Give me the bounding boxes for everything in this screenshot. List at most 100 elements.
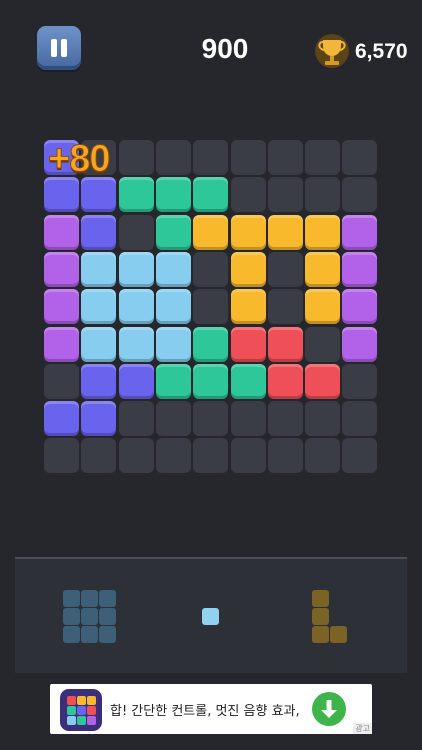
board-cell-empty[interactable] bbox=[119, 438, 154, 473]
board-cell-empty[interactable] bbox=[44, 438, 79, 473]
board-cell-filled[interactable] bbox=[231, 364, 266, 399]
board-cell-empty[interactable] bbox=[193, 252, 228, 287]
board-cell-filled[interactable] bbox=[119, 289, 154, 324]
piece-block bbox=[81, 608, 98, 625]
board-cell-filled[interactable] bbox=[156, 177, 191, 212]
board-cell-filled[interactable] bbox=[119, 364, 154, 399]
board-cell-empty[interactable] bbox=[156, 438, 191, 473]
board-cell-empty[interactable] bbox=[305, 177, 340, 212]
board-cell-empty[interactable] bbox=[342, 438, 377, 473]
piece-block bbox=[202, 608, 219, 625]
board-cell-empty[interactable] bbox=[193, 140, 228, 175]
board-cell-filled[interactable] bbox=[81, 364, 116, 399]
board-cell-filled[interactable] bbox=[342, 215, 377, 250]
board-cell-empty[interactable] bbox=[81, 438, 116, 473]
piece-block bbox=[99, 608, 116, 625]
board-cell-filled[interactable] bbox=[231, 252, 266, 287]
download-button[interactable] bbox=[312, 692, 346, 726]
board-cell-filled[interactable] bbox=[231, 327, 266, 362]
best-score: 6,570 bbox=[355, 40, 408, 63]
board-cell-empty[interactable] bbox=[342, 364, 377, 399]
board-cell-filled[interactable] bbox=[44, 215, 79, 250]
piece-tray bbox=[15, 559, 407, 673]
board-cell-empty[interactable] bbox=[193, 438, 228, 473]
board-cell-filled[interactable] bbox=[119, 177, 154, 212]
board-cell-empty[interactable] bbox=[268, 401, 303, 436]
board-cell-empty[interactable] bbox=[268, 140, 303, 175]
board-cell-filled[interactable] bbox=[44, 252, 79, 287]
piece-block bbox=[99, 590, 116, 607]
board-cell-empty[interactable] bbox=[44, 364, 79, 399]
board-cell-filled[interactable] bbox=[44, 401, 79, 436]
pause-icon bbox=[51, 39, 57, 57]
score-display: 900 bbox=[201, 33, 249, 64]
board-cell-filled[interactable] bbox=[44, 327, 79, 362]
piece-block bbox=[312, 590, 329, 607]
board-cell-empty[interactable] bbox=[305, 140, 340, 175]
board-cell-empty[interactable] bbox=[193, 289, 228, 324]
trophy-icon bbox=[315, 34, 349, 68]
board-cell-filled[interactable] bbox=[44, 177, 79, 212]
board-cell-filled[interactable] bbox=[268, 327, 303, 362]
ad-banner[interactable]: 합! 간단한 컨트롤, 멋진 음향 효과, 광고 bbox=[50, 684, 372, 734]
board-cell-filled[interactable] bbox=[231, 215, 266, 250]
board-cell-empty[interactable] bbox=[119, 401, 154, 436]
board-cell-empty[interactable] bbox=[305, 327, 340, 362]
board-cell-filled[interactable] bbox=[268, 215, 303, 250]
board-cell-empty[interactable] bbox=[119, 215, 154, 250]
board-cell-empty[interactable] bbox=[231, 177, 266, 212]
board-cell-empty[interactable] bbox=[231, 401, 266, 436]
floating-score: +80 bbox=[47, 138, 110, 181]
board-cell-filled[interactable] bbox=[81, 401, 116, 436]
board-cell-filled[interactable] bbox=[156, 215, 191, 250]
board-cell-filled[interactable] bbox=[342, 252, 377, 287]
board-cell-filled[interactable] bbox=[81, 252, 116, 287]
game-board[interactable] bbox=[44, 140, 378, 474]
board-cell-filled[interactable] bbox=[156, 252, 191, 287]
board-cell-empty[interactable] bbox=[119, 140, 154, 175]
board-cell-empty[interactable] bbox=[268, 252, 303, 287]
board-cell-filled[interactable] bbox=[119, 252, 154, 287]
board-cell-filled[interactable] bbox=[305, 364, 340, 399]
piece-block bbox=[63, 626, 80, 643]
download-icon bbox=[321, 700, 337, 718]
board-cell-filled[interactable] bbox=[342, 327, 377, 362]
board-cell-filled[interactable] bbox=[305, 252, 340, 287]
board-cell-filled[interactable] bbox=[193, 177, 228, 212]
board-cell-filled[interactable] bbox=[81, 215, 116, 250]
board-cell-empty[interactable] bbox=[231, 438, 266, 473]
board-cell-filled[interactable] bbox=[81, 289, 116, 324]
board-cell-filled[interactable] bbox=[81, 327, 116, 362]
board-cell-filled[interactable] bbox=[193, 327, 228, 362]
board-cell-filled[interactable] bbox=[231, 289, 266, 324]
board-cell-filled[interactable] bbox=[156, 364, 191, 399]
board-cell-empty[interactable] bbox=[342, 140, 377, 175]
board-cell-filled[interactable] bbox=[193, 215, 228, 250]
board-cell-empty[interactable] bbox=[268, 289, 303, 324]
board-cell-empty[interactable] bbox=[231, 140, 266, 175]
board-cell-filled[interactable] bbox=[156, 327, 191, 362]
board-cell-empty[interactable] bbox=[342, 177, 377, 212]
board-cell-filled[interactable] bbox=[305, 289, 340, 324]
piece-block bbox=[312, 626, 329, 643]
board-cell-filled[interactable] bbox=[81, 177, 116, 212]
board-cell-empty[interactable] bbox=[156, 140, 191, 175]
piece-block bbox=[312, 608, 329, 625]
piece-block bbox=[63, 608, 80, 625]
board-cell-filled[interactable] bbox=[193, 364, 228, 399]
board-cell-empty[interactable] bbox=[305, 438, 340, 473]
board-cell-filled[interactable] bbox=[44, 289, 79, 324]
piece-block bbox=[81, 626, 98, 643]
board-cell-empty[interactable] bbox=[156, 401, 191, 436]
pause-button[interactable] bbox=[37, 26, 81, 70]
board-cell-empty[interactable] bbox=[268, 177, 303, 212]
board-cell-filled[interactable] bbox=[268, 364, 303, 399]
board-cell-filled[interactable] bbox=[119, 327, 154, 362]
board-cell-empty[interactable] bbox=[268, 438, 303, 473]
board-cell-filled[interactable] bbox=[156, 289, 191, 324]
board-cell-filled[interactable] bbox=[305, 215, 340, 250]
board-cell-empty[interactable] bbox=[193, 401, 228, 436]
board-cell-filled[interactable] bbox=[342, 289, 377, 324]
board-cell-empty[interactable] bbox=[342, 401, 377, 436]
board-cell-empty[interactable] bbox=[305, 401, 340, 436]
